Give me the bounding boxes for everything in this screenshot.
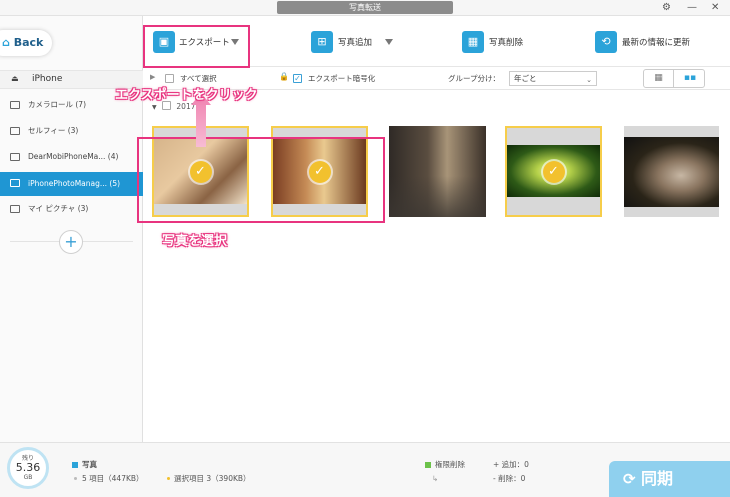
group-by-label: グループ分け： [448, 74, 501, 83]
items-count: 5 項目（447KB） [82, 474, 144, 483]
back-button[interactable]: ⌂ Back [0, 30, 52, 56]
encrypt-label: エクスポート暗号化 [308, 74, 376, 83]
small-grid-view-button[interactable]: ▪▪ [675, 70, 705, 87]
lock-icon: 🔒 [279, 72, 289, 81]
sidebar: ⌂ Back ⏏ iPhone カメラロール (7) セルフィー (3) Dea… [0, 16, 143, 442]
photo-item[interactable] [624, 126, 719, 217]
privilege-swatch [425, 462, 431, 468]
close-button[interactable]: ✕ [711, 1, 719, 14]
select-all-checkbox[interactable] [165, 74, 174, 83]
sidebar-item-selfie[interactable]: セルフィー (3) [0, 120, 143, 142]
camera-icon [10, 101, 20, 109]
add-photo-button[interactable]: 写真追加 [338, 32, 372, 54]
annotation-select-photos: 写真を選択 [162, 234, 228, 249]
window-title: 写真転送 [277, 1, 453, 14]
device-name: iPhone [32, 74, 63, 84]
squirrel-photo [624, 137, 719, 207]
album-icon [10, 179, 20, 187]
delete-photo-icon[interactable]: ▦ [462, 31, 484, 53]
back-label: Back [13, 36, 44, 49]
add-album-button[interactable]: + [59, 230, 83, 254]
camera-icon [10, 127, 20, 135]
select-all-label: すべて選択 [180, 74, 217, 83]
sidebar-item-dearmob[interactable]: DearMobiPhoneMa... (4) [0, 146, 143, 168]
gear-icon[interactable]: ⚙ [662, 1, 671, 14]
large-grid-view-button[interactable]: ▦ [644, 70, 674, 87]
annotation-arrow [191, 93, 211, 147]
removed-count: - 削除：0 [493, 474, 526, 483]
annotation-click-export: エクスポートをクリック [115, 88, 258, 103]
delete-photo-button[interactable]: 写真削除 [489, 32, 523, 54]
privilege-delete-label: 権限削除 [435, 460, 465, 469]
chevron-down-icon[interactable] [385, 39, 393, 45]
sync-icon: ⟳ [623, 470, 636, 488]
sidebar-item-iphonephotomanager[interactable]: iPhonePhotoManag... (5) [0, 172, 143, 196]
home-icon: ⌂ [2, 36, 10, 49]
selected-items-count: 選択項目 3（390KB） [174, 474, 251, 483]
group-by-select[interactable]: 年ごと ⌄ [509, 71, 597, 86]
eject-icon: ⏏ [11, 74, 19, 83]
bullet [167, 477, 170, 480]
chevron-down-icon: ⌄ [586, 76, 592, 84]
encrypt-checkbox[interactable]: ✓ [293, 74, 302, 83]
title-bar: 写真転送 ⚙ — ✕ [0, 0, 730, 16]
arrow-icon: ↳ [432, 474, 439, 483]
add-photo-icon[interactable]: ⊞ [311, 31, 333, 53]
photo-item[interactable]: ✓ [505, 126, 602, 217]
bullet [74, 477, 77, 480]
photo-legend-swatch [72, 462, 78, 468]
view-toggle: ▦ ▪▪ [643, 69, 705, 88]
added-count: + 追加：0 [493, 460, 529, 469]
photo-item[interactable] [389, 126, 486, 217]
sidebar-item-my-pictures[interactable]: マイ ピクチャ (3) [0, 198, 143, 220]
minimize-button[interactable]: — [687, 1, 697, 14]
street-photo [389, 126, 486, 217]
export-highlight-box [143, 25, 250, 68]
album-icon [10, 153, 20, 161]
album-icon [10, 205, 20, 213]
category-label: 写真 [82, 460, 97, 469]
refresh-button[interactable]: 最新の情報に更新 [622, 32, 690, 54]
expand-arrow-icon: ▼ [152, 104, 157, 111]
check-icon: ✓ [542, 160, 565, 183]
collapse-arrow-icon[interactable]: ▶ [150, 73, 155, 81]
refresh-icon[interactable]: ⟲ [595, 31, 617, 53]
storage-gauge: 残り 5.36 GB [7, 447, 49, 489]
sync-button[interactable]: ⟳ 同期 [609, 461, 730, 497]
photo-selection-highlight-box [137, 137, 385, 223]
